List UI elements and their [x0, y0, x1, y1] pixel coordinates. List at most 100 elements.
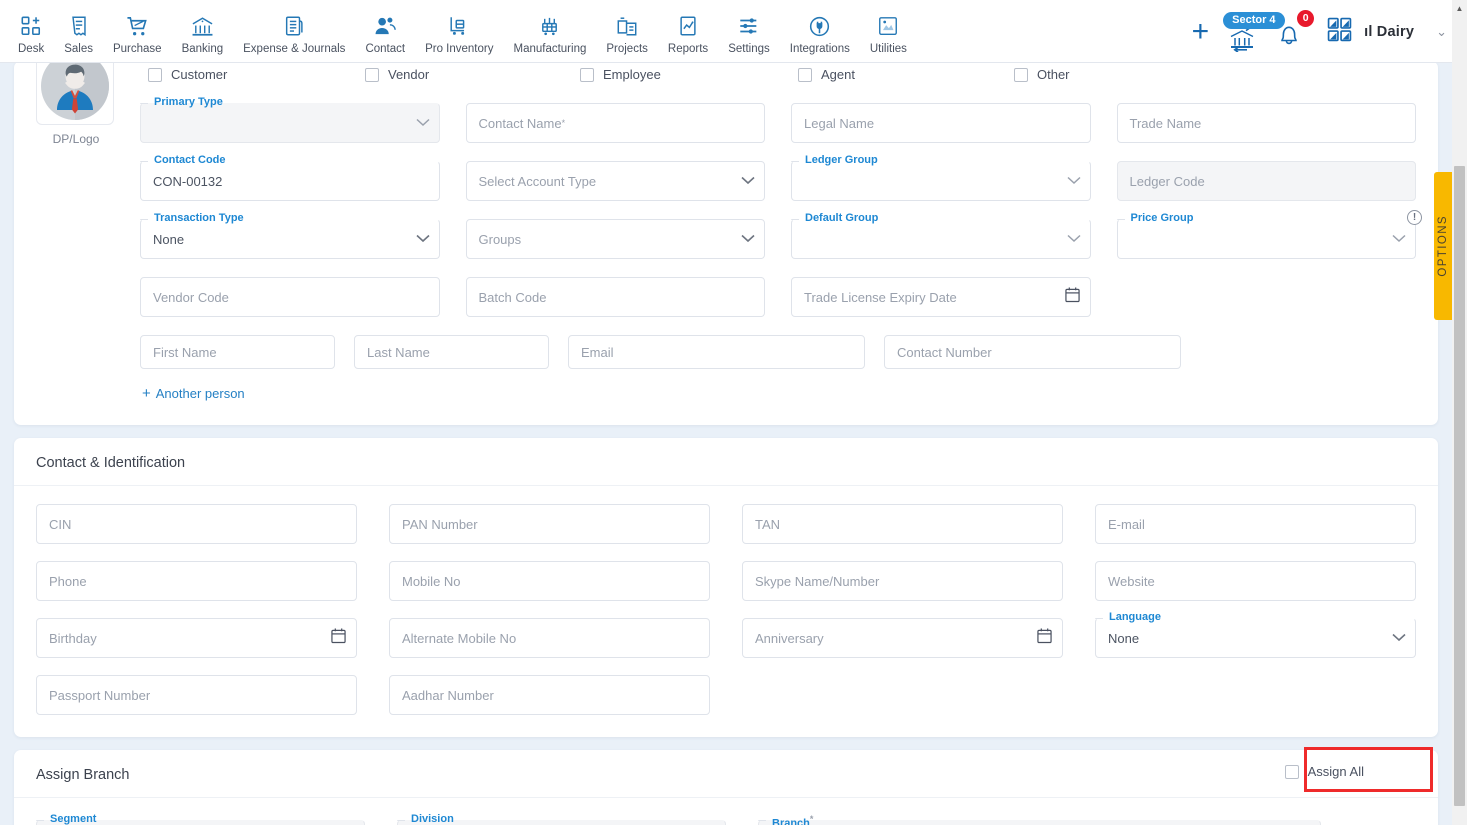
field-default-group[interactable]: Default Group [791, 212, 1091, 259]
field-ledger-code[interactable]: Ledger Code [1116, 161, 1416, 201]
apps-grid-icon[interactable] [1319, 17, 1360, 47]
nav-item-sales[interactable]: Sales [54, 7, 103, 55]
input-pan-number[interactable]: PAN Number [389, 504, 710, 544]
checkbox-employee[interactable]: Employee [580, 67, 661, 82]
input-first-name[interactable]: First Name [140, 335, 335, 369]
input-alternate-mobile-no[interactable]: Alternate Mobile No [389, 618, 710, 658]
field-anniversary[interactable]: Anniversary [742, 618, 1063, 658]
field-groups[interactable]: Groups [465, 219, 765, 259]
field-primary-type[interactable]: Primary Type [140, 96, 440, 143]
nav-item-integrations[interactable]: Integrations [780, 7, 860, 55]
company-name[interactable]: ıl Dairy [1364, 24, 1414, 40]
field-email[interactable]: Email [568, 335, 865, 369]
field-phone[interactable]: Phone [36, 561, 357, 601]
field-account-type[interactable]: Select Account Type [465, 161, 765, 201]
nav-item-manufacturing[interactable]: Manufacturing [503, 7, 596, 55]
input-trade-name[interactable]: Trade Name [1116, 103, 1416, 143]
input-ledger-group[interactable] [791, 161, 1091, 201]
field-last-name[interactable]: Last Name [354, 335, 549, 369]
calendar-icon[interactable] [1064, 287, 1080, 308]
field-vendor-code[interactable]: Vendor Code [140, 277, 440, 317]
nav-item-desk[interactable]: Desk [8, 7, 54, 55]
field-language[interactable]: Language None [1095, 611, 1416, 658]
input-contact-number[interactable]: Contact Number [884, 335, 1181, 369]
input-branch[interactable]: Sector 4 [758, 820, 1321, 825]
nav-item-settings[interactable]: Settings [718, 7, 780, 55]
input-cin[interactable]: CIN [36, 504, 357, 544]
input-contact-name[interactable]: Contact Name * [465, 103, 765, 143]
nav-item-contact[interactable]: Contact [355, 7, 415, 55]
field-website[interactable]: Website [1095, 561, 1416, 601]
field-trade-name[interactable]: Trade Name [1116, 103, 1416, 143]
field-legal-name[interactable]: Legal Name [791, 103, 1091, 143]
input-price-group[interactable] [1116, 219, 1416, 259]
field-batch-code[interactable]: Batch Code [465, 277, 765, 317]
options-side-tab[interactable]: OPTIONS [1434, 172, 1452, 320]
field-first-name[interactable]: First Name [140, 335, 335, 369]
input-mobile-no[interactable]: Mobile No [389, 561, 710, 601]
input-email[interactable]: Email [568, 335, 865, 369]
input-trade-license-expiry[interactable]: Trade License Expiry Date [791, 277, 1091, 317]
field-tan[interactable]: TAN [742, 504, 1063, 544]
input-birthday[interactable]: Birthday [36, 618, 357, 658]
nav-item-pro-inventory[interactable]: Pro Inventory [415, 7, 503, 55]
field-segment[interactable]: Segment Haryana [36, 813, 365, 825]
field-contact-name[interactable]: Contact Name * [465, 103, 765, 143]
nav-item-purchase[interactable]: Purchase [103, 7, 172, 55]
field-email-address[interactable]: E-mail [1095, 504, 1416, 544]
checkbox-vendor[interactable]: Vendor [365, 67, 429, 82]
info-icon[interactable]: ! [1407, 210, 1422, 225]
input-anniversary[interactable]: Anniversary [742, 618, 1063, 658]
add-button[interactable]: + [1188, 16, 1214, 47]
field-mobile-no[interactable]: Mobile No [389, 561, 710, 601]
field-branch[interactable]: Branch* Sector 4 [758, 814, 1321, 825]
calendar-icon[interactable] [1037, 628, 1052, 649]
branch-switcher[interactable]: Sector 4 [1213, 6, 1285, 58]
field-contact-number[interactable]: Contact Number [884, 335, 1181, 369]
add-another-person-button[interactable]: + Another person [140, 386, 245, 401]
page-scrollbar[interactable]: ▲ [1452, 0, 1467, 825]
field-ledger-group[interactable]: Ledger Group [791, 154, 1091, 201]
input-legal-name[interactable]: Legal Name [791, 103, 1091, 143]
checkbox-customer[interactable]: Customer [148, 67, 227, 82]
input-email-address[interactable]: E-mail [1095, 504, 1416, 544]
calendar-icon[interactable] [331, 628, 346, 649]
scrollbar-thumb[interactable] [1454, 166, 1465, 806]
input-language[interactable]: None [1095, 618, 1416, 658]
checkbox-assign-all[interactable]: Assign All [1284, 764, 1364, 779]
nav-item-banking[interactable]: Banking [172, 7, 234, 55]
field-alternate-mobile-no[interactable]: Alternate Mobile No [389, 618, 710, 658]
nav-item-expense-journals[interactable]: Expense & Journals [233, 7, 355, 55]
field-division[interactable]: Division Gurugram [397, 813, 726, 825]
input-skype[interactable]: Skype Name/Number [742, 561, 1063, 601]
input-account-type[interactable]: Select Account Type [465, 161, 765, 201]
input-contact-code[interactable]: CON-00132 [140, 161, 440, 201]
input-passport-number[interactable]: Passport Number [36, 675, 357, 715]
field-birthday[interactable]: Birthday [36, 618, 357, 658]
input-primary-type[interactable] [140, 103, 440, 143]
input-batch-code[interactable]: Batch Code [465, 277, 765, 317]
field-passport-number[interactable]: Passport Number [36, 675, 357, 715]
checkbox-other[interactable]: Other [1014, 67, 1070, 82]
nav-item-reports[interactable]: Reports [658, 7, 718, 55]
input-phone[interactable]: Phone [36, 561, 357, 601]
field-trade-license-expiry[interactable]: Trade License Expiry Date [791, 277, 1091, 317]
checkbox-agent[interactable]: Agent [798, 67, 855, 82]
input-ledger-code[interactable]: Ledger Code [1116, 161, 1416, 201]
input-transaction-type[interactable]: None [140, 219, 440, 259]
field-price-group[interactable]: Price Group ! [1116, 210, 1422, 259]
input-website[interactable]: Website [1095, 561, 1416, 601]
field-pan-number[interactable]: PAN Number [389, 504, 710, 544]
field-contact-code[interactable]: Contact Code CON-00132 [140, 154, 440, 201]
field-transaction-type[interactable]: Transaction Type None [140, 212, 440, 259]
input-groups[interactable]: Groups [465, 219, 765, 259]
input-last-name[interactable]: Last Name [354, 335, 549, 369]
avatar[interactable] [36, 63, 114, 125]
scroll-up-arrow-icon[interactable]: ▲ [1452, 0, 1467, 16]
input-vendor-code[interactable]: Vendor Code [140, 277, 440, 317]
nav-item-projects[interactable]: Projects [596, 7, 658, 55]
field-cin[interactable]: CIN [36, 504, 357, 544]
field-skype[interactable]: Skype Name/Number [742, 561, 1063, 601]
field-aadhar-number[interactable]: Aadhar Number [389, 675, 710, 715]
input-tan[interactable]: TAN [742, 504, 1063, 544]
